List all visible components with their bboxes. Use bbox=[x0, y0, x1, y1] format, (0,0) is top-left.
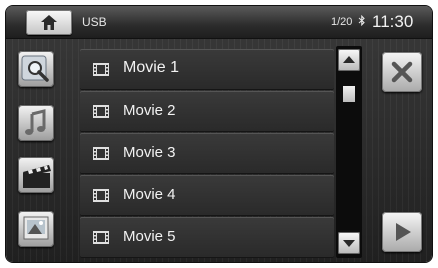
list-item-label: Movie 5 bbox=[123, 228, 176, 245]
close-icon bbox=[391, 61, 413, 83]
video-button[interactable] bbox=[18, 157, 54, 193]
film-icon bbox=[93, 105, 109, 118]
list-item-label: Movie 4 bbox=[123, 186, 176, 203]
track-count: 1/20 bbox=[331, 16, 353, 28]
music-button[interactable] bbox=[18, 105, 54, 141]
scrollbar[interactable] bbox=[336, 46, 362, 258]
search-icon bbox=[21, 55, 49, 82]
photo-icon bbox=[23, 216, 49, 240]
home-icon bbox=[41, 15, 57, 30]
bluetooth-icon bbox=[358, 14, 366, 29]
list-item[interactable]: Movie 2 bbox=[80, 91, 334, 131]
media-screen: USB 1/20 11:30 Movie 1 Movie 2 Movie 3 M… bbox=[6, 6, 432, 262]
list-item-label: Movie 1 bbox=[123, 59, 180, 76]
search-button[interactable] bbox=[18, 51, 54, 87]
film-icon bbox=[93, 231, 109, 244]
film-icon bbox=[93, 147, 109, 160]
scroll-down-button[interactable] bbox=[338, 232, 360, 254]
list-item[interactable]: Movie 4 bbox=[80, 175, 334, 215]
list-item[interactable]: Movie 3 bbox=[80, 133, 334, 173]
triangle-up-icon bbox=[343, 56, 355, 63]
list-item[interactable]: Movie 5 bbox=[80, 217, 334, 257]
list-item-label: Movie 3 bbox=[123, 144, 176, 161]
film-icon bbox=[93, 63, 109, 76]
close-button[interactable] bbox=[382, 52, 422, 92]
play-button[interactable] bbox=[382, 212, 422, 252]
home-button[interactable] bbox=[26, 10, 72, 35]
list-item-label: Movie 2 bbox=[123, 102, 176, 119]
triangle-down-icon bbox=[343, 240, 355, 247]
scroll-up-button[interactable] bbox=[338, 49, 360, 71]
photo-button[interactable] bbox=[18, 211, 54, 247]
clock: 11:30 bbox=[372, 12, 414, 31]
scroll-thumb[interactable] bbox=[343, 86, 355, 102]
movie-list: Movie 1 Movie 2 Movie 3 Movie 4 Movie 5 bbox=[80, 46, 334, 258]
top-bar: USB 1/20 11:30 bbox=[6, 6, 432, 39]
list-item[interactable]: Movie 1 bbox=[80, 49, 334, 89]
play-icon bbox=[396, 223, 411, 241]
music-icon bbox=[25, 109, 46, 135]
video-clapper-icon bbox=[23, 165, 51, 188]
film-icon bbox=[93, 189, 109, 202]
source-label: USB bbox=[82, 15, 107, 29]
